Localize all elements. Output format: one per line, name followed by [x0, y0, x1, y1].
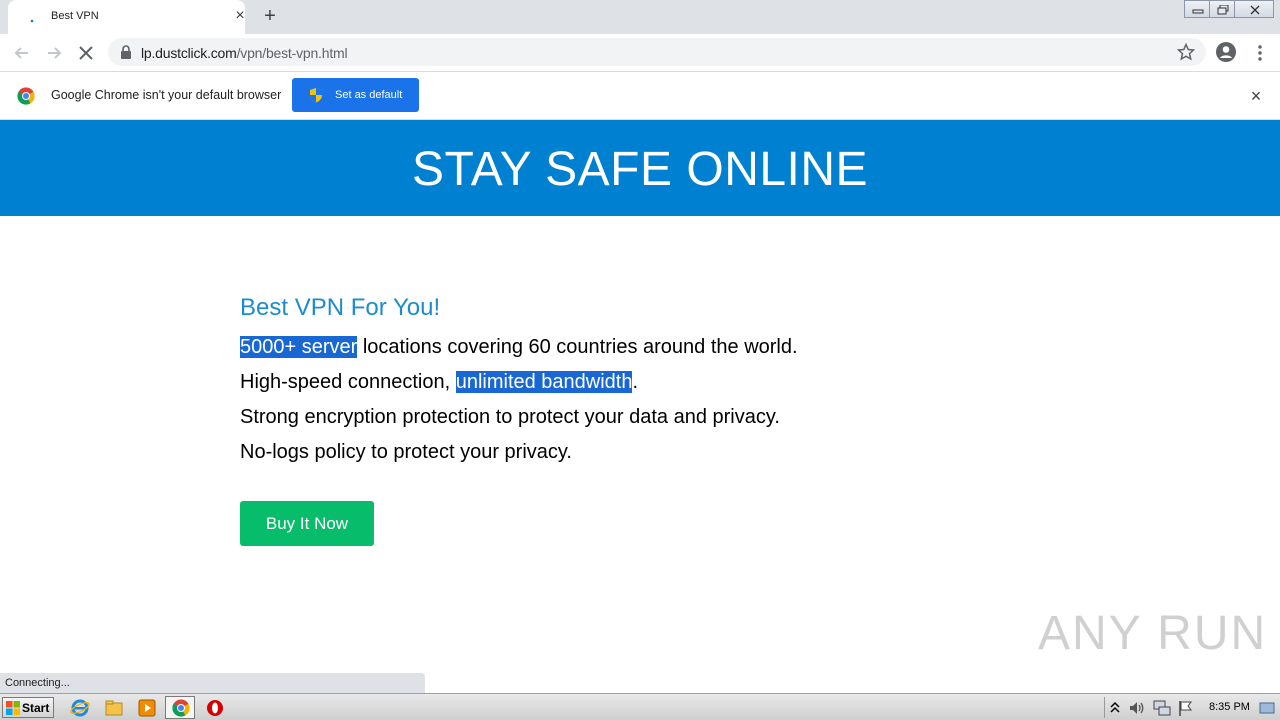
feature-line-servers: 5000+ server locations covering 60 count…: [240, 336, 798, 359]
volume-icon[interactable]: [1127, 698, 1147, 718]
minimize-icon: [1192, 9, 1204, 14]
restore-icon: [1217, 5, 1229, 15]
tab-close-icon[interactable]: ×: [232, 8, 248, 24]
status-bubble: Connecting...: [0, 673, 425, 693]
back-arrow-icon[interactable]: [11, 42, 33, 64]
chrome-logo-icon: [17, 87, 35, 105]
selected-text: unlimited bandwidth: [455, 371, 633, 393]
url-path: /vpn/best-vpn.html: [236, 45, 348, 61]
opera-icon[interactable]: [205, 698, 225, 718]
taskbar-chrome-button[interactable]: [165, 696, 195, 719]
tab-title: Best VPN: [51, 10, 99, 22]
tab-strip: Best VPN × +: [0, 0, 1280, 34]
media-player-icon[interactable]: [137, 698, 157, 718]
page-heading: Best VPN For You!: [240, 294, 441, 321]
url-text[interactable]: lp.dustclick.com/vpn/best-vpn.html: [141, 45, 348, 61]
chrome-taskbar-icon: [172, 699, 190, 717]
feature-line-nologs: No-logs policy to protect your privacy.: [240, 441, 572, 463]
stop-loading-icon[interactable]: [75, 42, 97, 64]
close-window-button[interactable]: [1234, 0, 1274, 18]
browser-tab[interactable]: Best VPN ×: [8, 0, 245, 34]
set-as-default-label: Set as default: [335, 89, 403, 101]
show-hidden-icons-icon[interactable]: [1108, 698, 1122, 718]
feature-text: High-speed connection,: [240, 371, 456, 393]
start-label: Start: [22, 701, 50, 715]
profile-avatar-icon[interactable]: [1215, 41, 1237, 63]
selected-text: 5000+ server: [240, 336, 358, 358]
feature-text: .: [632, 371, 639, 393]
network-icon[interactable]: [1152, 698, 1172, 718]
hero-title: STAY SAFE ONLINE: [411, 143, 869, 196]
uac-shield-icon: [310, 88, 322, 103]
action-center-flag-icon[interactable]: [1176, 698, 1196, 718]
url-host: lp.dustclick.com: [141, 45, 237, 61]
infobar-close-icon[interactable]: ×: [1247, 87, 1265, 105]
tray-separator: [1104, 697, 1105, 718]
file-explorer-icon[interactable]: [104, 698, 124, 718]
watermark-text: ANY RUN: [1038, 607, 1268, 660]
infobar-message: Google Chrome isn't your default browser: [51, 88, 282, 102]
close-icon: [1250, 5, 1260, 15]
start-button[interactable]: Start: [2, 697, 54, 718]
anyrun-watermark: ANY RUN: [1038, 606, 1267, 661]
feature-line-speed: High-speed connection, unlimited bandwid…: [240, 371, 638, 394]
address-bar[interactable]: lp.dustclick.com/vpn/best-vpn.html: [108, 38, 1206, 66]
lock-icon[interactable]: [120, 45, 132, 59]
system-clock[interactable]: 8:35 PM: [1209, 701, 1250, 713]
minimize-button[interactable]: [1184, 0, 1210, 18]
hero-banner: STAY SAFE ONLINE: [0, 120, 1280, 216]
windows-taskbar: Start 8:35 PM: [0, 693, 1280, 720]
new-tab-button[interactable]: +: [260, 6, 280, 26]
forward-arrow-icon[interactable]: [43, 42, 65, 64]
internet-explorer-icon[interactable]: [70, 698, 90, 718]
restore-button[interactable]: [1209, 0, 1235, 18]
show-desktop-icon[interactable]: [1258, 698, 1276, 718]
menu-dots-icon[interactable]: [1249, 42, 1271, 64]
feature-line-encryption: Strong encryption protection to protect …: [240, 406, 780, 428]
set-as-default-button[interactable]: Set as default: [292, 78, 419, 112]
buy-it-now-button[interactable]: Buy It Now: [240, 501, 374, 546]
windows-flag-icon: [6, 701, 20, 715]
browser-toolbar: lp.dustclick.com/vpn/best-vpn.html: [0, 34, 1280, 72]
loading-spinner-icon: [30, 19, 34, 23]
bookmark-star-icon[interactable]: [1177, 43, 1195, 61]
feature-text: locations covering 60 countries around t…: [357, 336, 798, 358]
default-browser-infobar: Google Chrome isn't your default browser…: [0, 72, 1280, 120]
